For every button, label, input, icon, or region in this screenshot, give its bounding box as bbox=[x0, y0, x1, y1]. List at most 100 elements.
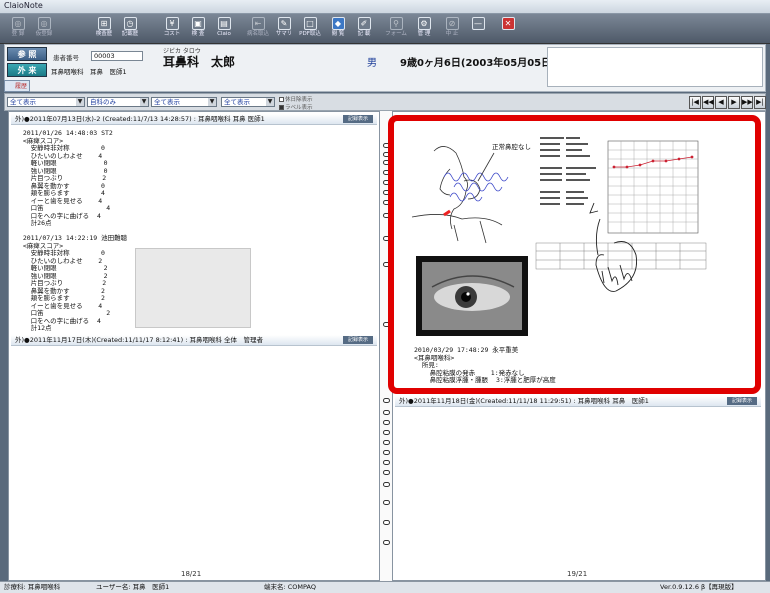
record-view-button[interactable]: 記録表示 bbox=[343, 115, 373, 123]
record-view-button[interactable]: 記録表示 bbox=[343, 336, 373, 344]
toolbar-button-label: PDF取込 bbox=[299, 31, 321, 37]
chevron-down-icon: ▼ bbox=[76, 98, 84, 106]
window-titlebar: ClaioNote bbox=[0, 0, 770, 14]
holiday-checkbox[interactable]: 休日除表示 bbox=[279, 95, 313, 103]
patient-name: 耳鼻科 太郎 bbox=[163, 55, 236, 69]
status-department: 診療科: 耳鼻咽喉科 bbox=[4, 583, 61, 591]
eye-photo bbox=[416, 256, 528, 336]
record-view-button[interactable]: 記録表示 bbox=[727, 397, 757, 405]
binder-ring-icon bbox=[383, 500, 390, 505]
binder-ring-icon bbox=[383, 482, 390, 487]
red-mark bbox=[443, 209, 451, 217]
exam-note-text: 2010/03/29 17:48:29 永平重美 <耳鼻咽喉科> 所見: 鼻腔粘… bbox=[414, 346, 556, 384]
view-icon: ◆ bbox=[331, 17, 345, 30]
checkbox-icon bbox=[279, 105, 284, 110]
toolbar-button[interactable]: ¥ コスト bbox=[158, 16, 186, 42]
toolbar-button[interactable]: ▤ Claio bbox=[210, 16, 238, 42]
record-header-text: 外)●2011年07月13日(水)-2 (Created:11/7/13 14:… bbox=[15, 115, 265, 123]
gear-icon: ⚙ bbox=[417, 17, 431, 30]
toolbar-button-label: 登 録 bbox=[11, 31, 25, 37]
record-header[interactable]: 外)●2011年11月18日(金)(Created:11/11/18 11:29… bbox=[395, 396, 761, 407]
toolbar-button[interactable]: ⇤ 病名取込 bbox=[244, 16, 272, 42]
chevron-down-icon: ▼ bbox=[140, 98, 148, 106]
stop-icon: ⊘ bbox=[445, 17, 459, 30]
binder-ring-icon bbox=[383, 450, 390, 455]
exam-history-icon: ⊞ bbox=[97, 17, 111, 30]
patient-id-label: 患者番号 bbox=[53, 54, 79, 62]
record-header-text: 外)●2011年11月17日(木)(Created:11/11/17 8:12:… bbox=[15, 336, 264, 344]
page-number: 18/21 bbox=[181, 570, 202, 578]
filter-select-4-value: 全て表示 bbox=[224, 98, 250, 106]
record-header-text: 外)●2011年11月18日(金)(Created:11/11/18 11:29… bbox=[399, 397, 649, 405]
patient-sex: 男 bbox=[367, 58, 377, 69]
toolbar-button[interactable]: ✐ 記 載 bbox=[350, 16, 378, 42]
reference-mode-button[interactable]: 参 照 bbox=[7, 47, 47, 61]
exam-icon: ▣ bbox=[191, 17, 205, 30]
pdf-icon: □ bbox=[303, 17, 317, 30]
minimize-icon: — bbox=[471, 17, 485, 30]
annotation-arrow bbox=[477, 152, 495, 182]
toolbar-button[interactable]: ⊞ 検査歴 bbox=[90, 16, 118, 42]
outpatient-mode-button[interactable]: 外 来 bbox=[7, 63, 47, 77]
filter-select-1[interactable]: 全て表示 ▼ bbox=[7, 97, 85, 107]
record-header[interactable]: 外)●2011年11月17日(木)(Created:11/11/17 8:12:… bbox=[11, 335, 377, 346]
record-image-thumbnail[interactable] bbox=[135, 248, 251, 328]
audiogram-chart bbox=[607, 140, 699, 234]
main-toolbar: ◎ 登 録 ◎ 仮登録 ⊞ 検査歴 ◷ 記載歴 ¥ コスト ▣ 検 査 ▤ Claio ⇤ 病名取込 ✎ サマリ □… bbox=[0, 14, 770, 44]
toolbar-button[interactable]: ◷ 記載歴 bbox=[116, 16, 144, 42]
toolbar-button[interactable]: — bbox=[464, 16, 492, 42]
binder-ring-icon bbox=[383, 520, 390, 525]
filter-select-3-value: 全て表示 bbox=[154, 98, 180, 106]
patient-memo-box[interactable] bbox=[547, 47, 763, 87]
patient-age: 9歳0ヶ月6日(2003年05月05日生) bbox=[400, 58, 566, 69]
toolbar-button[interactable]: ◎ 登 録 bbox=[4, 16, 32, 42]
toolbar-button-label: Claio bbox=[217, 31, 231, 37]
binder-ring-icon bbox=[383, 410, 390, 415]
toolbar-button-label: サマリ bbox=[275, 31, 293, 37]
label-checkbox[interactable]: ラベル表示 bbox=[279, 103, 313, 111]
toolbar-button[interactable]: ✎ サマリ bbox=[270, 16, 298, 42]
form-icon: ⚲ bbox=[389, 17, 403, 30]
toolbar-button[interactable]: ◆ 閲 覧 bbox=[324, 16, 352, 42]
summary-icon: ✎ bbox=[277, 17, 291, 30]
status-bar: 診療科: 耳鼻咽喉科 ユーザー名: 耳鼻 医師1 端末名: COMPAQ Ver… bbox=[0, 581, 770, 593]
write-icon: ✐ bbox=[357, 17, 371, 30]
page-nav-button[interactable]: ◀ bbox=[715, 96, 727, 109]
page-nav-button[interactable]: ▶| bbox=[754, 96, 766, 109]
page-nav-button[interactable]: ▶▶ bbox=[741, 96, 753, 109]
page-nav-button[interactable]: |◀ bbox=[689, 96, 701, 109]
record-header[interactable]: 外)●2011年07月13日(水)-2 (Created:11/7/13 14:… bbox=[11, 114, 377, 125]
filter-select-2[interactable]: 自科のみ ▼ bbox=[87, 97, 149, 107]
page-nav-button[interactable]: ◀◀ bbox=[702, 96, 714, 109]
toolbar-button[interactable]: ⚲ フォーム bbox=[382, 16, 410, 42]
highlighted-record[interactable]: 正常鼻腔なし 2010/03/29 17:48:29 永平重美 <耳鼻咽喉科> … bbox=[388, 115, 761, 394]
close-icon: ✕ bbox=[501, 17, 515, 30]
filter-select-3[interactable]: 全て表示 ▼ bbox=[151, 97, 217, 107]
toolbar-button[interactable]: □ PDF取込 bbox=[296, 16, 324, 42]
status-user: ユーザー名: 耳鼻 医師1 bbox=[96, 583, 170, 591]
page-nav-button[interactable]: ▶ bbox=[728, 96, 740, 109]
claio-icon: ▤ bbox=[217, 17, 231, 30]
left-chart-page[interactable]: 外)●2011年07月13日(水)-2 (Created:11/7/13 14:… bbox=[8, 111, 380, 581]
toolbar-button[interactable]: ✕ bbox=[494, 16, 522, 42]
annotation-text: 正常鼻腔なし bbox=[492, 142, 531, 151]
binder-ring-icon bbox=[383, 398, 390, 403]
binder-ring-icon bbox=[383, 430, 390, 435]
history-tab[interactable]: 履歴 bbox=[4, 80, 30, 92]
temp-save-icon: ◎ bbox=[37, 17, 51, 30]
filter-select-2-value: 自科のみ bbox=[90, 98, 116, 106]
status-terminal: 端末名: COMPAQ bbox=[264, 583, 316, 591]
toolbar-button[interactable]: ▣ 検 査 bbox=[184, 16, 212, 42]
binder-ring-icon bbox=[383, 460, 390, 465]
filter-select-1-value: 全て表示 bbox=[10, 98, 36, 106]
filter-select-4[interactable]: 全て表示 ▼ bbox=[221, 97, 275, 107]
toolbar-button[interactable]: ⊘ 中 止 bbox=[438, 16, 466, 42]
patient-id-field[interactable]: 00003 bbox=[91, 51, 143, 61]
checkbox-icon bbox=[279, 97, 284, 102]
toolbar-button[interactable]: ◎ 仮登録 bbox=[30, 16, 58, 42]
toolbar-button[interactable]: ⚙ 管 理 bbox=[410, 16, 438, 42]
toolbar-button-label: コスト bbox=[163, 31, 181, 37]
toolbar-button-label: 記載歴 bbox=[121, 31, 139, 37]
save-icon: ◎ bbox=[11, 17, 25, 30]
page-number: 19/21 bbox=[567, 570, 588, 578]
